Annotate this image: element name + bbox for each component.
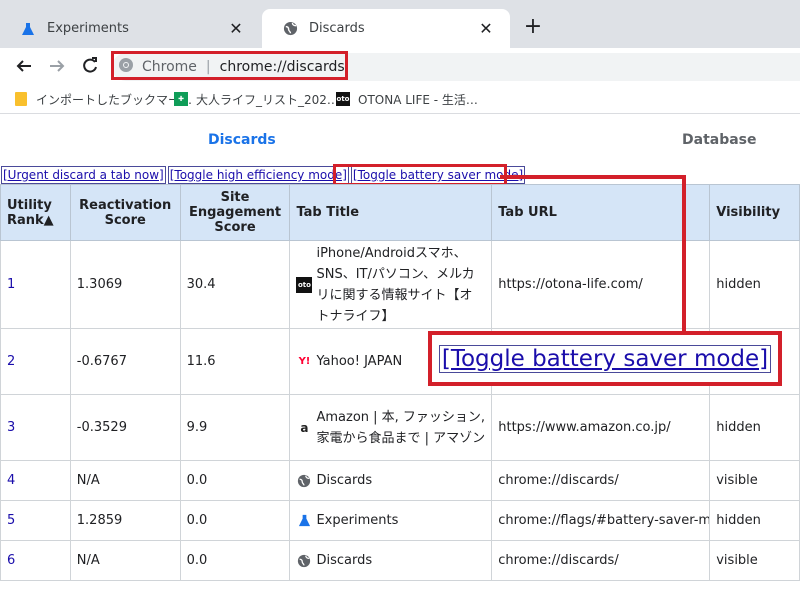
forward-arrow-icon [50,60,65,72]
cell-visibility: visible [709,460,800,501]
amazon-icon: a [300,420,309,435]
cell-title: a Amazon | 本, ファッション, 家電から食品まで | アマゾン [289,394,493,461]
cell-reactivation: N/A [69,540,181,581]
callout-connector-vertical [682,175,686,335]
bookmark-otona-life[interactable]: oto OTONA LIFE - 生活… [336,89,478,109]
sheets-icon: ✚ [174,92,188,106]
header-tab-url[interactable]: Tab URL [491,184,711,241]
cell-rank: 5 [0,500,71,541]
cell-title: Discards [289,540,493,581]
cell-engagement: 9.9 [179,394,291,461]
header-utility-rank[interactable]: Utility Rank▲ [0,184,71,241]
cell-title: oto iPhone/Androidスマホ、SNS、IT/パソコン、メルカリに関… [289,240,493,329]
tab-label: Discards [309,21,365,36]
cell-reactivation: 1.2859 [69,500,181,541]
bookmark-label: インポートしたブックマー… [36,92,193,107]
flask-icon [296,513,312,529]
cell-visibility: hidden [709,394,800,461]
cell-rank: 6 [0,540,71,581]
yahoo-icon: Y! [298,356,311,367]
globe-icon [296,473,312,489]
cell-reactivation: 1.3069 [69,240,181,329]
otona-life-icon: oto [336,92,350,106]
cell-title: Experiments [289,500,493,541]
cell-reactivation: -0.6767 [69,328,181,395]
flask-icon [20,21,36,37]
title-text: iPhone/Androidスマホ、SNS、IT/パソコン、メルカリに関する情報… [316,245,475,324]
header-tab-title[interactable]: Tab Title [289,184,493,241]
back-arrow-icon [16,60,31,72]
otona-life-icon: oto [296,276,313,293]
cell-url: chrome://discards/ [491,540,711,581]
cell-rank: 3 [0,394,71,461]
table-row: 5 1.2859 0.0 Experiments chrome://flags/… [0,500,800,541]
cell-reactivation: N/A [69,460,181,501]
cell-rank: 2 [0,328,71,395]
title-text: Yahoo! JAPAN [316,354,403,369]
folder-icon [14,92,28,106]
cell-engagement: 11.6 [179,328,291,395]
header-site-engagement[interactable]: Site Engagement Score [179,184,291,241]
tab-database[interactable]: Database [682,132,757,148]
reload-icon [83,57,97,73]
bookmarks-bar: インポートしたブックマー… ✚ 大人ライフ_リスト_202… oto OTONA… [0,84,800,114]
globe-icon [282,21,298,37]
cell-visibility: hidden [709,240,800,329]
cell-engagement: 30.4 [179,240,291,329]
header-visibility[interactable]: Visibility [709,184,800,241]
back-button[interactable] [10,52,38,80]
cell-url: chrome://discards/ [491,460,711,501]
battery-saver-callout: [Toggle battery saver mode] [428,331,782,386]
address-highlight-box [111,51,348,80]
cell-visibility: visible [709,540,800,581]
header-reactivation-score[interactable]: Reactivation Score [69,184,181,241]
callout-connector-horizontal [500,175,686,179]
new-tab-button[interactable]: + [521,15,545,39]
toggle-high-efficiency-link[interactable]: [Toggle high efficiency mode] [167,166,349,184]
urgent-discard-link[interactable]: [Urgent discard a tab now] [1,166,166,184]
cell-rank: 1 [0,240,71,329]
cell-engagement: 0.0 [179,500,291,541]
cell-reactivation: -0.3529 [69,394,181,461]
cell-url: https://otona-life.com/ [491,240,711,329]
bookmark-label: OTONA LIFE - 生活… [358,92,478,107]
cell-url: chrome://flags/#battery-saver-mod [491,500,711,541]
tab-discards[interactable]: Discards [208,132,276,148]
cell-engagement: 0.0 [179,540,291,581]
cell-visibility: hidden [709,500,800,541]
cell-url: https://www.amazon.co.jp/ [491,394,711,461]
bookmark-label: 大人ライフ_リスト_202… [196,92,339,107]
table-row: 4 N/A 0.0 Discards chrome://discards/ vi… [0,460,800,501]
close-icon[interactable]: ✕ [226,19,246,39]
tab-label: Experiments [47,21,129,36]
title-text: Discards [316,553,373,568]
table-row: 6 N/A 0.0 Discards chrome://discards/ vi… [0,540,800,581]
cell-title: Discards [289,460,493,501]
cell-engagement: 0.0 [179,460,291,501]
bookmark-imported-folder[interactable]: インポートしたブックマー… [14,89,192,109]
discards-page-tabs: Discards Database [0,118,800,162]
title-text: Experiments [316,513,399,528]
callout-link-text[interactable]: [Toggle battery saver mode] [438,344,772,373]
table-header-row: Utility Rank▲ Reactivation Score Site En… [0,184,800,241]
globe-icon [296,553,312,569]
cell-rank: 4 [0,460,71,501]
table-row: 3 -0.3529 9.9 a Amazon | 本, ファッション, 家電から… [0,394,800,461]
browser-tab-discards[interactable]: Discards ✕ [262,9,510,48]
reload-button[interactable] [76,52,104,80]
title-text: Amazon | 本, ファッション, 家電から食品まで | アマゾン [316,409,486,446]
forward-button[interactable] [43,52,71,80]
title-text: Discards [316,473,373,488]
table-row: 1 1.3069 30.4 oto iPhone/Androidスマホ、SNS、… [0,240,800,329]
bookmark-otona-list[interactable]: ✚ 大人ライフ_リスト_202… [174,89,339,109]
close-icon[interactable]: ✕ [476,19,496,39]
battery-saver-highlight-box [333,164,507,186]
browser-tab-experiments[interactable]: Experiments ✕ [0,9,260,48]
browser-tab-strip: Experiments ✕ Discards ✕ + [0,0,800,48]
